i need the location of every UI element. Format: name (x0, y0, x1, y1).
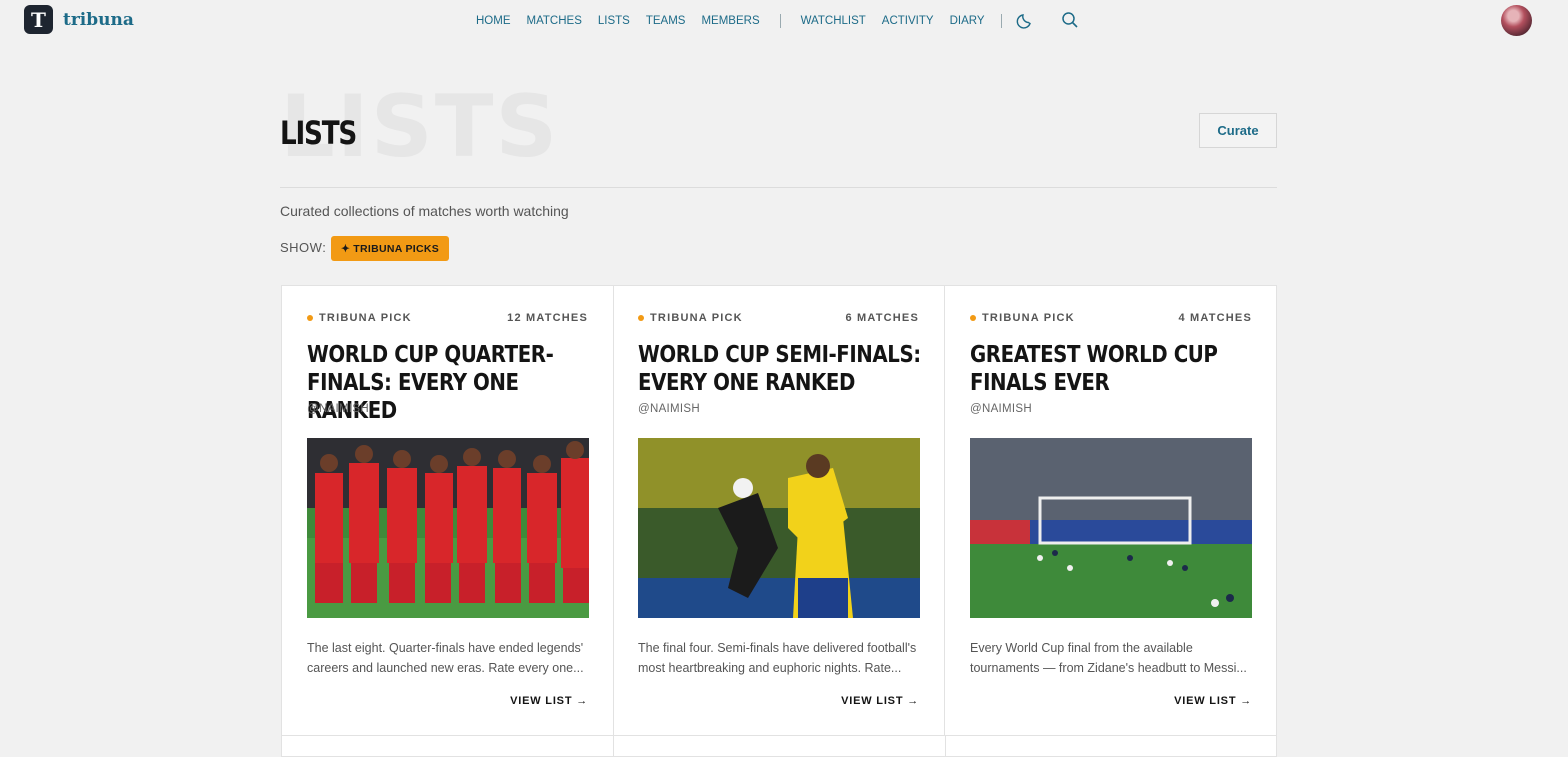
nav-item-members[interactable]: MEMBERS (701, 15, 759, 27)
next-row (282, 735, 1276, 757)
card-image[interactable] (970, 438, 1252, 618)
list-card[interactable]: TRIBUNA PICK 4 MATCHES GREATEST WORLD CU… (945, 286, 1277, 735)
brand-logo[interactable]: T tribuna (24, 5, 134, 34)
view-list-link[interactable]: VIEW LIST → (510, 695, 588, 707)
card-title[interactable]: WORLD CUP SEMI-FINALS: EVERY ONE RANKED (638, 341, 930, 397)
nav-item-diary[interactable]: DIARY (950, 15, 985, 27)
header-divider (280, 187, 1277, 188)
search-icon[interactable] (1061, 11, 1079, 29)
pick-dot-icon (307, 315, 313, 321)
view-list-link[interactable]: VIEW LIST → (841, 695, 919, 707)
page-subtitle: Curated collections of matches worth wat… (280, 203, 569, 219)
card-description: The last eight. Quarter-finals have ende… (307, 641, 584, 675)
logo-mark-icon: T (24, 5, 53, 34)
grid-divider (613, 736, 614, 757)
nav-item-teams[interactable]: TEAMS (646, 15, 686, 27)
view-list-link[interactable]: VIEW LIST → (1174, 695, 1252, 707)
brand-name: tribuna (63, 9, 134, 30)
main-nav: HOME MATCHES LISTS TEAMS MEMBERS WATCHLI… (476, 14, 1002, 28)
card-tag: TRIBUNA PICK (307, 312, 412, 324)
lists-grid: TRIBUNA PICK 12 MATCHES WORLD CUP QUARTE… (281, 285, 1277, 757)
nav-item-watchlist[interactable]: WATCHLIST (801, 15, 866, 27)
card-description: Every World Cup final from the available… (970, 641, 1247, 675)
user-avatar[interactable] (1501, 5, 1532, 36)
top-navigation: T tribuna HOME MATCHES LISTS TEAMS MEMBE… (0, 0, 1568, 42)
card-image[interactable] (638, 438, 920, 618)
match-count: 4 MATCHES (1178, 312, 1252, 324)
nav-item-matches[interactable]: MATCHES (527, 15, 582, 27)
card-author[interactable]: @NAIMISH (970, 403, 1032, 415)
card-author[interactable]: @NAIMISH (638, 403, 700, 415)
list-card[interactable]: TRIBUNA PICK 6 MATCHES WORLD CUP SEMI-FI… (613, 286, 945, 735)
nav-item-activity[interactable]: ACTIVITY (882, 15, 934, 27)
match-count: 12 MATCHES (507, 312, 588, 324)
nav-item-home[interactable]: HOME (476, 15, 511, 27)
card-tag: TRIBUNA PICK (970, 312, 1075, 324)
show-filter-label: SHOW: (280, 240, 327, 255)
card-title[interactable]: GREATEST WORLD CUP FINALS EVER (970, 341, 1262, 397)
nav-divider (1000, 14, 1002, 28)
card-tag: TRIBUNA PICK (638, 312, 743, 324)
tribuna-picks-filter[interactable]: ✦ TRIBUNA PICKS (331, 236, 449, 261)
nav-item-lists[interactable]: LISTS (598, 15, 630, 27)
pick-dot-icon (970, 315, 976, 321)
card-description: The final four. Semi-finals have deliver… (638, 641, 917, 675)
page-title: LISTS (280, 114, 357, 152)
card-image[interactable] (307, 438, 589, 618)
match-count: 6 MATCHES (845, 312, 919, 324)
moon-icon[interactable] (1016, 11, 1034, 29)
card-author[interactable]: @NAIMISH (307, 403, 369, 415)
pick-dot-icon (638, 315, 644, 321)
grid-divider (945, 736, 946, 757)
nav-divider (779, 14, 781, 28)
list-card[interactable]: TRIBUNA PICK 12 MATCHES WORLD CUP QUARTE… (282, 286, 614, 735)
curate-button[interactable]: Curate (1199, 113, 1277, 148)
